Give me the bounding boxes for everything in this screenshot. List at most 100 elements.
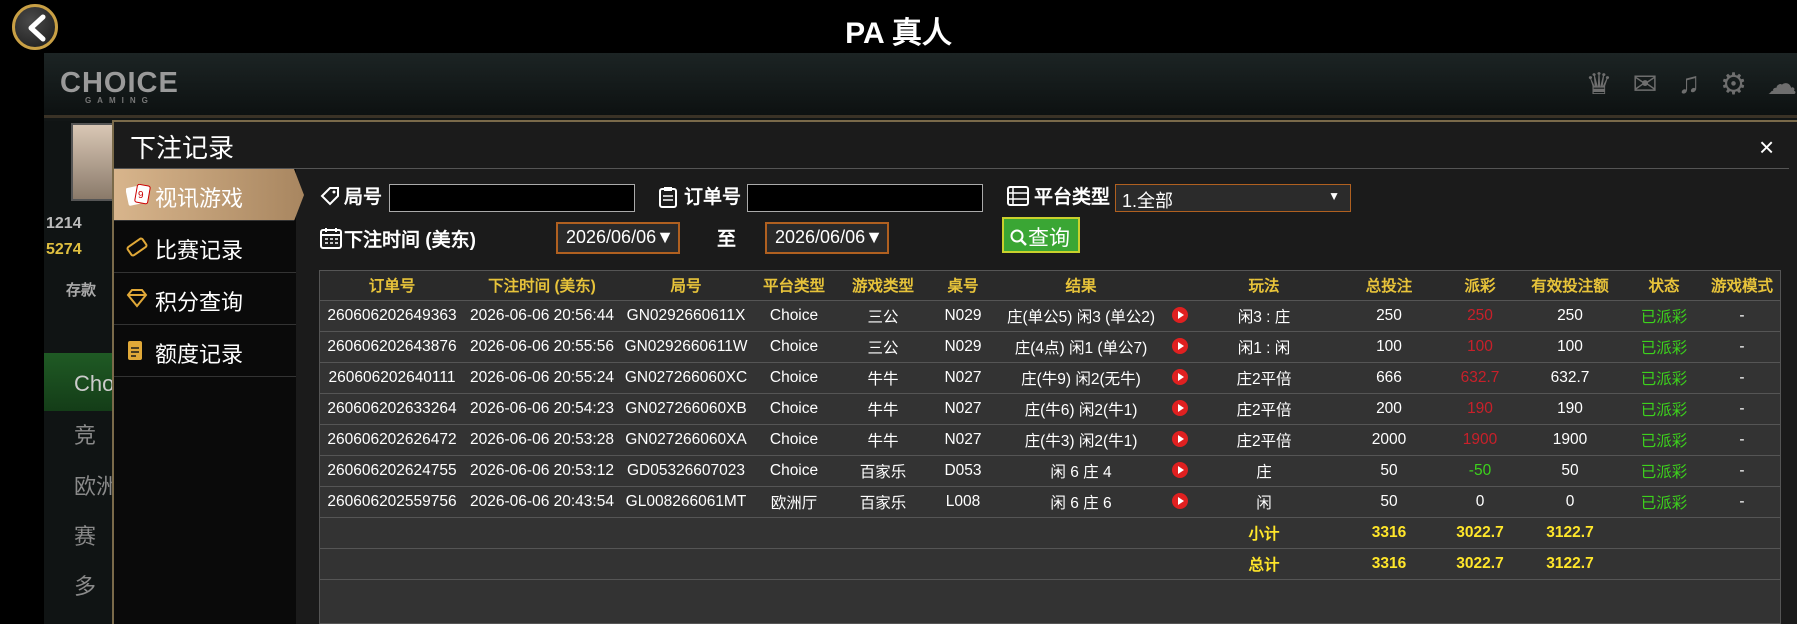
summary-cell [464, 548, 620, 580]
table-cell: 庄(4点) 闲1 (单公7) [996, 331, 1166, 363]
table-cell: 牛牛 [836, 424, 930, 456]
summary-cell [752, 548, 836, 580]
replay-cell [1166, 362, 1194, 394]
table-cell: N027 [930, 393, 996, 425]
order-input[interactable] [747, 184, 983, 212]
replay-cell [1166, 486, 1194, 518]
platform-label: 平台类型 [1034, 187, 1111, 208]
summary-cell [752, 517, 836, 549]
play-icon[interactable] [1172, 462, 1188, 479]
play-icon[interactable] [1172, 400, 1188, 417]
bet-records-table: 订单号 下注时间 (美东) 局号 平台类型 游戏类型 桌号 结果 玩法 总投注 派彩 有效投注额 状态… [319, 270, 1781, 624]
table-cell: 闲1 : 闲 [1194, 331, 1334, 363]
column-header: 结果 [996, 271, 1166, 301]
column-header: 下注时间 (美东) [464, 271, 620, 301]
summary-cell [996, 548, 1166, 580]
table-cell: 260606202640111 [320, 362, 464, 394]
table-cell: 2026-06-06 20:54:23 [464, 393, 620, 425]
column-header: 有效投注额 [1516, 271, 1624, 301]
table-cell: GN0292660611X [620, 300, 752, 332]
table-cell: 庄2平倍 [1194, 362, 1334, 394]
play-icon[interactable] [1172, 338, 1188, 355]
table-cell: 百家乐 [836, 486, 930, 518]
table-cell: 190 [1516, 393, 1624, 425]
search-icon [1010, 229, 1027, 246]
query-button[interactable]: 查询 [1002, 217, 1080, 253]
summary-cell [320, 548, 464, 580]
table-cell: 2026-06-06 20:43:54 [464, 486, 620, 518]
table-cell: 闲 6 庄 4 [996, 455, 1166, 487]
column-header: 游戏类型 [836, 271, 930, 301]
tag-icon [320, 186, 340, 211]
column-header: 局号 [620, 271, 752, 301]
summary-cell: 总计 [1194, 548, 1334, 580]
close-icon[interactable]: × [1759, 132, 1774, 163]
sidebar-item-video-games[interactable]: 9 视讯游戏 [114, 169, 304, 221]
subtotal-row: 小计 3316 3022.7 3122.7 [320, 517, 1780, 549]
table-cell: 已派彩 [1624, 486, 1704, 518]
table-cell: Choice [752, 331, 836, 363]
chat-icon: ✉ [1632, 68, 1658, 101]
table-cell: 庄(牛9) 闲2(无牛) [996, 362, 1166, 394]
caret-down-icon: ▼ [1328, 189, 1340, 203]
table-cell: 100 [1444, 331, 1516, 363]
ticket-icon [126, 236, 148, 257]
platform-select-value: 1.全部 [1122, 191, 1174, 211]
table-cell: GN027266060XA [620, 424, 752, 456]
music-icon: ♫ [1677, 67, 1701, 100]
column-header: 总投注 [1334, 271, 1444, 301]
sidebar-item-label: 比赛记录 [155, 238, 244, 263]
table-cell: N027 [930, 362, 996, 394]
play-icon[interactable] [1172, 493, 1188, 510]
table-row: 260606202643876 2026-06-06 20:55:56 GN0292… [320, 331, 1780, 363]
table-cell: N029 [930, 300, 996, 332]
table-cell: 2026-06-06 20:53:12 [464, 455, 620, 487]
deposit-label: 存款 [66, 282, 97, 299]
table-cell: 1900 [1516, 424, 1624, 456]
background-icons: ♛ ✉ ♫ ⚙ ☁ [1586, 67, 1797, 102]
platform-select[interactable]: 1.全部 ▼ [1115, 184, 1351, 212]
play-icon[interactable] [1172, 369, 1188, 386]
modal-sidebar: 9 视讯游戏 比赛记录 积分查询 额度记录 [114, 169, 304, 624]
table-cell: 已派彩 [1624, 393, 1704, 425]
table-cell: 2026-06-06 20:53:28 [464, 424, 620, 456]
table-cell: 庄 [1194, 455, 1334, 487]
sidebar-item-match-records[interactable]: 比赛记录 [114, 221, 296, 273]
play-icon[interactable] [1172, 431, 1188, 448]
table-cell: 庄2平倍 [1194, 424, 1334, 456]
page-title: PA 真人 [845, 17, 952, 50]
round-input[interactable] [389, 184, 635, 212]
table-cell: 已派彩 [1624, 300, 1704, 332]
table-cell: 260606202626472 [320, 424, 464, 456]
message-icon: ☁ [1767, 68, 1797, 101]
table-cell: GN027266060XB [620, 393, 752, 425]
table-cell: 260606202624755 [320, 455, 464, 487]
sidebar-item-credit-records[interactable]: 额度记录 [114, 325, 296, 377]
table-cell: - [1704, 393, 1780, 425]
summary-cell [464, 517, 620, 549]
table-cell: 100 [1334, 331, 1444, 363]
top-bar: PA 真人 [0, 0, 1797, 53]
svg-text:9: 9 [138, 190, 144, 201]
date-from-picker[interactable]: 2026/06/06▼ [556, 222, 680, 254]
table-cell: 200 [1334, 393, 1444, 425]
table-cell: 666 [1334, 362, 1444, 394]
date-to-picker[interactable]: 2026/06/06▼ [765, 222, 889, 254]
play-icon[interactable] [1172, 307, 1188, 324]
list-icon [1007, 186, 1029, 211]
summary-cell [1166, 517, 1194, 549]
to-label: 至 [717, 229, 737, 250]
table-cell: 已派彩 [1624, 455, 1704, 487]
bet-time-label: 下注时间 (美东) [344, 230, 476, 251]
table-cell: 庄(单公5) 闲3 (单公2) [996, 300, 1166, 332]
sidebar-item-label: 额度记录 [155, 342, 244, 367]
summary-cell [930, 517, 996, 549]
balance-1: 1214 [46, 215, 82, 232]
table-cell: - [1704, 331, 1780, 363]
table-cell: 2026-06-06 20:55:56 [464, 331, 620, 363]
background-item-5: 多 [74, 574, 97, 599]
summary-cell [320, 517, 464, 549]
caret-down-icon: ▼ [656, 227, 674, 247]
table-cell: Choice [752, 455, 836, 487]
sidebar-item-points-query[interactable]: 积分查询 [114, 273, 296, 325]
